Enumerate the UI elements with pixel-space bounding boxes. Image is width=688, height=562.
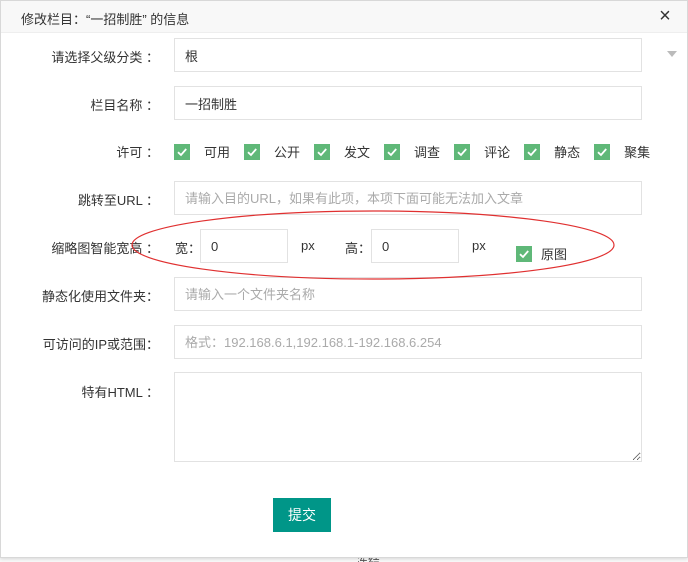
- permissions-label: 许可 ：: [116, 145, 159, 160]
- permission-label: 评论: [484, 145, 511, 160]
- ip-range-label: 可访问的IP或范围：: [42, 337, 159, 352]
- thumbnail-size-label: 缩略图智能宽高 ：: [51, 241, 159, 256]
- redirect-url-input[interactable]: [174, 181, 642, 215]
- dialog-header: 修改栏目：“一招制胜” 的信息 ×: [1, 1, 687, 33]
- edit-category-dialog: 修改栏目：“一招制胜” 的信息 × 请选择父级分类 ： 栏目名称 ： 许可 ： …: [0, 0, 688, 558]
- parent-category-select[interactable]: [174, 38, 642, 72]
- permission-label: 聚集: [624, 145, 651, 160]
- ip-range-input[interactable]: [174, 325, 642, 359]
- checkmark-icon: [244, 143, 261, 160]
- width-unit: px: [301, 238, 315, 253]
- permission-checkbox-3[interactable]: 调查: [384, 142, 440, 161]
- checkmark-icon: [454, 143, 471, 160]
- close-icon[interactable]: ×: [653, 4, 677, 28]
- custom-html-label: 特有HTML ：: [81, 385, 159, 400]
- permission-label: 公开: [274, 145, 301, 160]
- static-folder-input[interactable]: [174, 277, 642, 311]
- page: 冻结 修改栏目：“一招制胜” 的信息 × 请选择父级分类 ： 栏目名称 ： 许可…: [0, 0, 688, 562]
- submit-button[interactable]: 提交: [273, 498, 331, 532]
- checkmark-icon: [314, 143, 331, 160]
- checkmark-icon: [594, 143, 611, 160]
- parent-category-label: 请选择父级分类 ：: [51, 50, 159, 65]
- original-image-checkbox[interactable]: 原图: [516, 244, 567, 263]
- original-image-label: 原图: [541, 247, 568, 262]
- static-folder-label: 静态化使用文件夹：: [41, 289, 159, 304]
- permission-checkbox-1[interactable]: 公开: [244, 142, 300, 161]
- permission-checkbox-2[interactable]: 发文: [314, 142, 370, 161]
- permission-checkbox-6[interactable]: 聚集: [594, 142, 650, 161]
- permission-label: 发文: [344, 145, 371, 160]
- dropdown-arrow-icon: [667, 51, 677, 57]
- thumbnail-width-input[interactable]: [200, 229, 288, 263]
- checkmark-icon: [516, 245, 532, 262]
- permissions-checkbox-group: 可用 公开 发文 调查 评论 静态 聚集: [174, 142, 664, 161]
- permission-label: 静态: [554, 145, 581, 160]
- redirect-url-label: 跳转至URL ：: [77, 193, 159, 208]
- width-label: 宽：: [175, 241, 202, 256]
- checkmark-icon: [174, 143, 190, 160]
- permission-checkbox-5[interactable]: 静态: [524, 142, 580, 161]
- permission-checkbox-0[interactable]: 可用: [174, 142, 230, 161]
- custom-html-textarea[interactable]: [174, 372, 642, 462]
- category-name-label: 栏目名称 ：: [90, 98, 159, 113]
- height-label: 高：: [345, 241, 372, 256]
- permission-label: 可用: [204, 145, 231, 160]
- permission-checkbox-4[interactable]: 评论: [454, 142, 510, 161]
- category-name-input[interactable]: [174, 86, 642, 120]
- checkmark-icon: [524, 143, 541, 160]
- height-unit: px: [472, 238, 486, 253]
- checkmark-icon: [384, 143, 401, 160]
- original-image-checkbox-wrap: 原图: [516, 244, 567, 263]
- dialog-title: 修改栏目：“一招制胜” 的信息: [21, 12, 190, 27]
- permission-label: 调查: [414, 145, 441, 160]
- thumbnail-height-input[interactable]: [371, 229, 459, 263]
